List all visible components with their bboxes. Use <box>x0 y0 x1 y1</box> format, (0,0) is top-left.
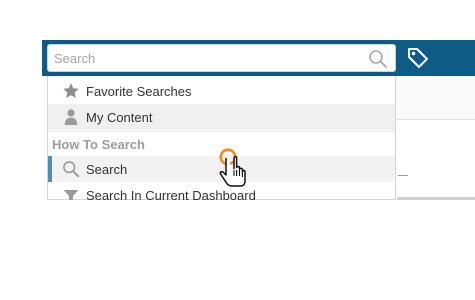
menu-item-my-content[interactable]: My Content <box>48 104 395 130</box>
menu-item-favorite-searches[interactable]: Favorite Searches <box>48 78 395 104</box>
page-toolbar-strip <box>392 76 475 120</box>
funnel-icon <box>63 190 79 200</box>
hand-pointer-icon <box>219 148 246 187</box>
search-icon[interactable] <box>368 49 388 69</box>
tag-icon[interactable] <box>406 46 430 70</box>
person-icon <box>64 109 78 125</box>
star-icon <box>63 83 79 98</box>
search-input[interactable] <box>54 45 354 71</box>
section-header-label: How To Search <box>52 137 145 152</box>
menu-item-label: My Content <box>86 110 153 125</box>
top-bar <box>42 40 475 76</box>
magnifier-icon <box>63 161 80 178</box>
menu-item-label: Favorite Searches <box>86 84 192 99</box>
search-box[interactable] <box>47 44 396 72</box>
selected-accent-bar <box>48 156 52 182</box>
app-window: Z Favorite Searches My Content How To Se… <box>42 40 475 200</box>
menu-item-label: Search <box>86 162 128 177</box>
page-divider <box>398 175 408 176</box>
page-separator <box>397 197 475 200</box>
